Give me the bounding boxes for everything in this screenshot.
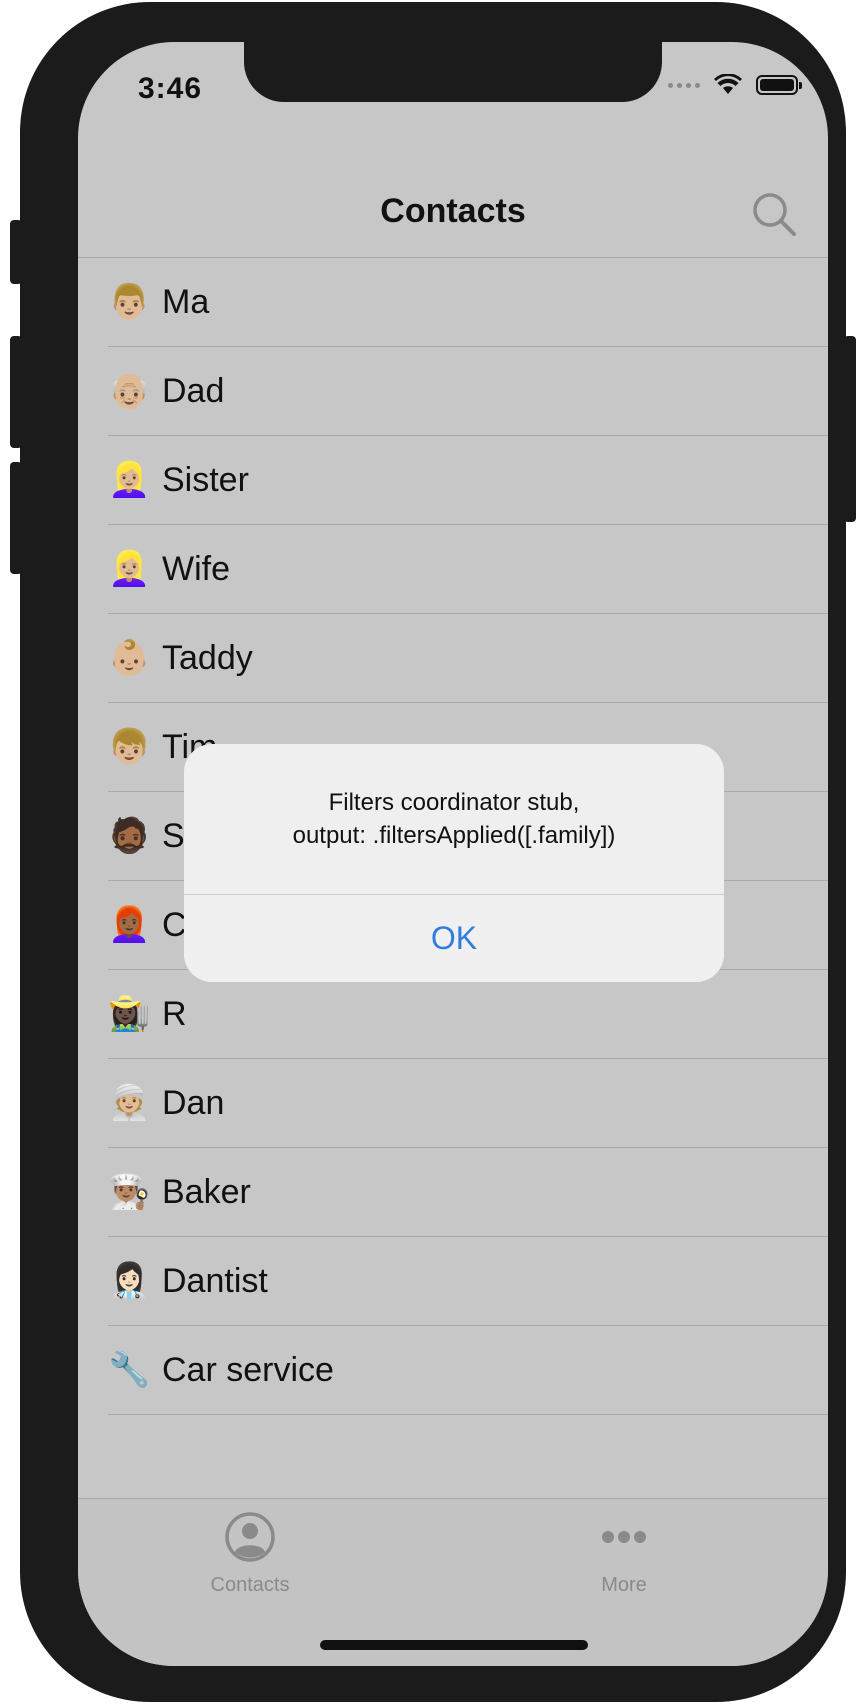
tab-more[interactable]: More bbox=[544, 1511, 704, 1597]
contact-avatar-emoji: 👱🏼‍♀️ bbox=[108, 550, 151, 588]
status-indicators bbox=[668, 74, 802, 96]
more-dots-icon bbox=[602, 1531, 646, 1543]
power-button bbox=[844, 336, 856, 522]
contact-name: Taddy bbox=[162, 638, 253, 677]
screen: 3:46 Contacts 👨🏼Ma👴🏼Dad👱🏼‍♀️Sister👱� bbox=[78, 42, 828, 1666]
home-indicator[interactable] bbox=[320, 1640, 588, 1650]
page-title: Contacts bbox=[380, 192, 526, 230]
tab-contacts-label: Contacts bbox=[210, 1574, 290, 1596]
contact-name: Sister bbox=[162, 460, 249, 499]
mute-switch bbox=[10, 220, 22, 284]
list-item[interactable]: 👱🏼‍♀️ Wife bbox=[108, 525, 828, 614]
contact-name: Dan bbox=[162, 1083, 225, 1122]
search-icon bbox=[753, 193, 796, 236]
alert-ok-button[interactable]: OK bbox=[184, 895, 724, 982]
list-item[interactable]: 🔧 Car service bbox=[108, 1326, 828, 1415]
search-button[interactable] bbox=[750, 190, 800, 240]
tab-more-label: More bbox=[601, 1574, 647, 1596]
contact-name: Dantist bbox=[162, 1261, 268, 1300]
contact-name: C bbox=[162, 905, 187, 944]
list-item[interactable]: 👱🏼‍♀️ Sister bbox=[108, 436, 828, 525]
contact-name: Car service bbox=[162, 1350, 334, 1389]
contact-avatar-emoji: 👴🏼 bbox=[108, 372, 151, 410]
contact-name: Wife bbox=[162, 549, 230, 588]
list-item[interactable]: 👶🏼 Taddy bbox=[108, 614, 828, 703]
cellular-signal-icon bbox=[668, 82, 700, 88]
contact-avatar-emoji: 🔧 bbox=[108, 1351, 151, 1389]
list-item[interactable]: 👨🏽‍🍳 Baker bbox=[108, 1148, 828, 1237]
list-item[interactable]: 👩🏿‍🌾 R bbox=[108, 970, 828, 1059]
contact-avatar-emoji: 👩🏾‍🦰 bbox=[108, 906, 151, 944]
wifi-icon bbox=[714, 74, 742, 94]
contact-avatar-emoji: 🧔🏾 bbox=[108, 817, 151, 855]
contact-name: R bbox=[162, 994, 187, 1033]
battery-icon bbox=[756, 75, 802, 95]
contact-avatar-emoji: 👦🏼 bbox=[108, 728, 151, 766]
person-circle-icon bbox=[225, 1512, 275, 1562]
volume-up-button bbox=[10, 336, 22, 448]
navigation-bar: Contacts bbox=[78, 132, 828, 258]
contact-name: S bbox=[162, 816, 185, 855]
contact-avatar-emoji: 👳🏼 bbox=[108, 1084, 151, 1122]
contact-avatar-emoji: 👱🏼‍♀️ bbox=[108, 461, 151, 499]
contact-avatar-emoji: 👩🏿‍🌾 bbox=[108, 995, 151, 1033]
list-item[interactable]: 👨🏼 Ma bbox=[108, 258, 828, 347]
phone-frame: 3:46 Contacts 👨🏼Ma👴🏼Dad👱🏼‍♀️Sister👱� bbox=[10, 2, 856, 1702]
contact-avatar-emoji bbox=[108, 1439, 148, 1479]
contact-name: Baker bbox=[162, 1172, 251, 1211]
contact-avatar-emoji: 👨🏽‍🍳 bbox=[108, 1173, 151, 1211]
alert-message-line-1: Filters coordinator stub, bbox=[328, 789, 580, 816]
contact-name: Dad bbox=[162, 371, 225, 410]
alert-message: Filters coordinator stub, output: .filte… bbox=[184, 744, 724, 892]
status-time: 3:46 bbox=[138, 72, 203, 105]
list-item[interactable]: 👩🏻‍⚕️ Dantist bbox=[108, 1237, 828, 1326]
alert-message-line-2: output: .filtersApplied([.family]) bbox=[292, 822, 616, 849]
contact-avatar-emoji: 👶🏼 bbox=[108, 639, 151, 677]
list-item[interactable] bbox=[108, 1415, 828, 1504]
notch bbox=[244, 42, 662, 102]
list-item[interactable]: 👴🏼 Dad bbox=[108, 347, 828, 436]
contact-name: Ma bbox=[162, 282, 210, 321]
tab-contacts[interactable]: Contacts bbox=[170, 1511, 330, 1597]
contact-avatar-emoji: 👩🏻‍⚕️ bbox=[108, 1262, 151, 1300]
contact-avatar-emoji: 👨🏼 bbox=[108, 283, 151, 321]
alert-dialog: Filters coordinator stub, output: .filte… bbox=[184, 744, 724, 982]
volume-down-button bbox=[10, 462, 22, 574]
list-item[interactable]: 👳🏼 Dan bbox=[108, 1059, 828, 1148]
